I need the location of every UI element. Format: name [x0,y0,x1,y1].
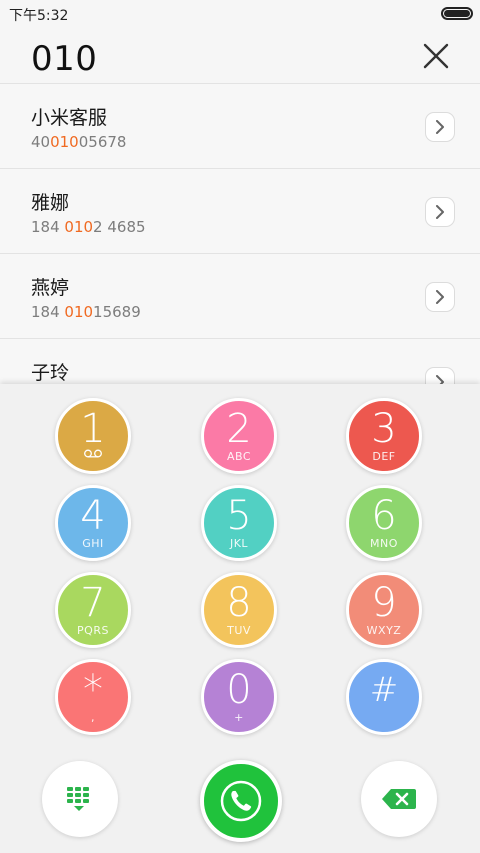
chevron-right-icon [436,375,444,384]
backspace-button[interactable] [361,761,437,837]
key-digit: 6 [371,493,397,539]
key-digit: 7 [80,580,106,626]
contact-name: 燕婷 [31,277,70,299]
contact-row[interactable]: 雅娜 184 0102 4685 [0,169,480,254]
key-digit: 5 [226,493,252,539]
chevron-right-icon [436,205,444,219]
key-star[interactable]: * , [55,659,131,735]
backspace-icon [382,789,416,809]
status-bar: 下午5:32 [0,0,480,28]
contact-number: 184 01015689 [31,303,141,321]
key-letters: JKL [229,537,249,550]
key-letters: PQRS [77,624,109,637]
search-results-list: 小米客服 4001005678 雅娜 184 0102 4685 燕婷 184 … [0,84,480,384]
key-letters: , [91,711,95,724]
number-match-highlight: 010 [64,303,94,321]
dial-number-display[interactable]: 010 [31,39,97,79]
contact-row[interactable]: 燕婷 184 01015689 [0,254,480,339]
key-letters: TUV [227,624,251,637]
battery-icon [441,7,473,20]
keypad-icon [67,787,89,811]
key-digit: * [83,667,103,713]
key-digit: 9 [371,580,397,626]
dial-keypad: 1 2 ABC 3 DEF 4 GHI 5 JKL 6 MNO 7 PQRS 8… [0,384,480,853]
contact-detail-button[interactable] [425,112,455,142]
key-1[interactable]: 1 [55,398,131,474]
key-8[interactable]: 8 TUV [201,572,277,648]
key-letters: MNO [370,537,398,550]
phone-icon [220,780,262,822]
contact-number: 184 0102 4685 [31,218,146,236]
key-digit: 4 [80,493,106,539]
contact-row[interactable]: 小米客服 4001005678 [0,84,480,169]
contact-number: 4001005678 [31,133,127,151]
key-letters: DEF [372,450,396,463]
number-match-highlight: 010 [64,218,94,236]
contact-name: 子玲 [31,362,70,384]
dial-header: 010 [0,28,480,84]
clear-icon[interactable] [422,42,450,70]
key-digit: 8 [226,580,252,626]
number-match-highlight: 010 [50,133,79,151]
key-digit: 0 [226,667,252,713]
key-letters: GHI [82,537,104,550]
key-digit: 2 [226,406,252,452]
key-5[interactable]: 5 JKL [201,485,277,561]
contact-row[interactable]: 子玲 [0,339,480,384]
key-digit: # [369,670,399,710]
key-digit: 1 [80,406,106,452]
hide-keypad-button[interactable] [42,761,118,837]
key-hash[interactable]: # [346,659,422,735]
contact-detail-button[interactable] [425,197,455,227]
key-7[interactable]: 7 PQRS [55,572,131,648]
key-4[interactable]: 4 GHI [55,485,131,561]
call-button[interactable] [200,760,282,842]
key-3[interactable]: 3 DEF [346,398,422,474]
contact-detail-button[interactable] [425,282,455,312]
status-time: 下午5:32 [9,8,69,24]
chevron-right-icon [436,120,444,134]
key-letters: + [234,711,244,724]
key-digit: 3 [371,406,397,452]
chevron-right-icon [436,290,444,304]
contact-detail-button[interactable] [425,367,455,384]
key-9[interactable]: 9 WXYZ [346,572,422,648]
key-letters: ABC [226,450,252,463]
key-letters: WXYZ [366,624,402,637]
key-6[interactable]: 6 MNO [346,485,422,561]
key-0[interactable]: 0 + [201,659,277,735]
contact-name: 雅娜 [31,192,70,214]
key-2[interactable]: 2 ABC [201,398,277,474]
contact-name: 小米客服 [31,107,108,129]
